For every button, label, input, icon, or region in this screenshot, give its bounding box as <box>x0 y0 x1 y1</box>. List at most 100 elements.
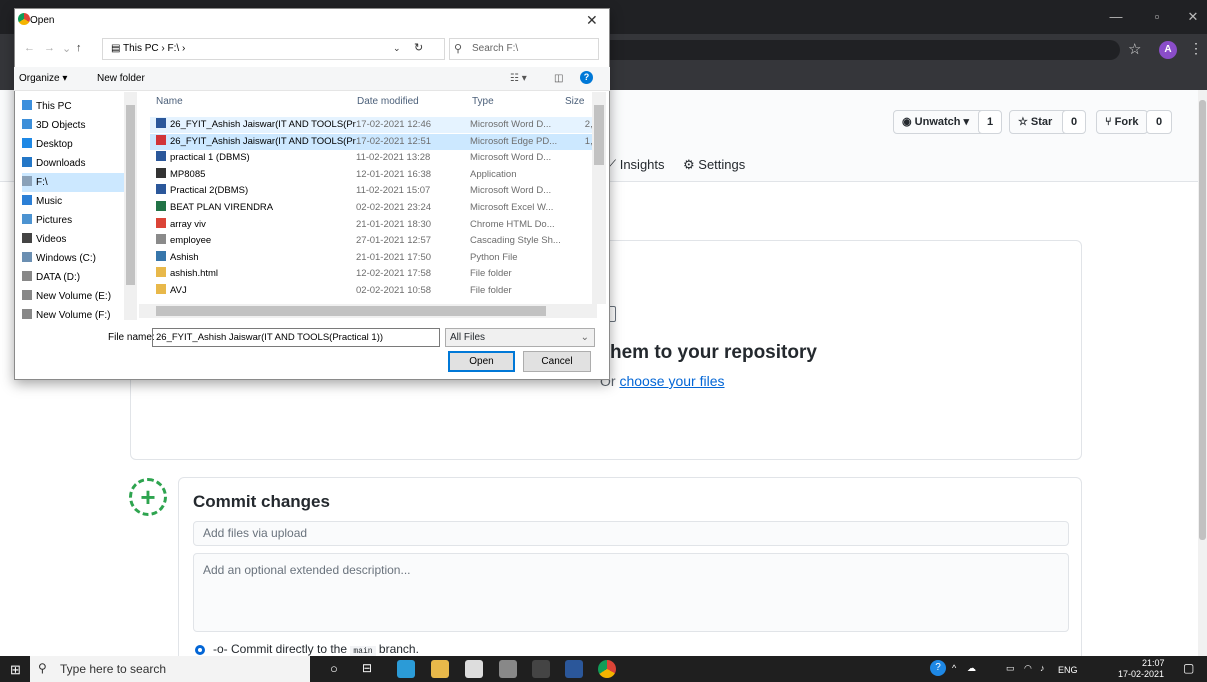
dialog-title: Open <box>30 15 55 26</box>
tab-settings[interactable]: ⚙ Settings <box>683 157 745 173</box>
commit-description-input[interactable]: Add an optional extended description... <box>193 553 1069 632</box>
nav-item[interactable]: Pictures <box>22 211 134 230</box>
commit-direct-radio[interactable] <box>195 645 205 655</box>
file-vscrollbar-thumb[interactable] <box>594 105 604 165</box>
wifi-icon[interactable]: ◠ <box>1024 663 1032 674</box>
mail-icon[interactable] <box>465 660 483 678</box>
battery-icon[interactable]: ▭ <box>1006 663 1015 674</box>
chrome-taskbar-icon[interactable] <box>598 660 616 678</box>
file-hscrollbar-thumb[interactable] <box>156 306 546 316</box>
help-icon[interactable]: ? <box>580 71 593 84</box>
tab-insights[interactable]: ⟋ Insights <box>607 157 665 173</box>
file-type-icon <box>156 151 166 162</box>
help-tray-icon[interactable]: ? <box>930 660 946 676</box>
edge-icon[interactable] <box>397 660 415 678</box>
new-folder-button[interactable]: New folder <box>97 73 145 84</box>
cortana-icon[interactable]: ○ <box>330 661 338 676</box>
file-row[interactable]: BEAT PLAN VIRENDRA 02-02-2021 23:24 Micros… <box>150 200 598 216</box>
nav-item-icon <box>22 214 32 224</box>
nav-item[interactable]: This PC <box>22 97 134 116</box>
windows-start-icon[interactable]: ⊞ <box>10 662 21 678</box>
language-indicator[interactable]: ENG <box>1058 665 1078 675</box>
taskbar-search[interactable]: Type here to search <box>30 656 310 682</box>
fork-button[interactable]: ⑂ Fork <box>1096 110 1148 134</box>
file-row[interactable]: employee 27-01-2021 12:57 Cascading Style … <box>150 233 598 249</box>
dialog-close-icon[interactable]: ✕ <box>586 12 598 29</box>
file-name-input[interactable]: 26_FYIT_Ashish Jaiswar(IT AND TOOLS(Prac… <box>152 328 440 347</box>
fork-count[interactable]: 0 <box>1146 110 1172 134</box>
file-row[interactable]: 26_FYIT_Ashish Jaiswar(IT AND TOOLS(Pr..… <box>150 133 598 150</box>
column-name[interactable]: Name <box>156 96 183 107</box>
file-date: 12-01-2021 16:38 <box>356 168 432 180</box>
file-type-select[interactable]: All Files ⌄ <box>445 328 595 347</box>
file-explorer-icon[interactable] <box>431 660 449 678</box>
nav-item[interactable]: New Volume (F:) <box>22 306 134 325</box>
maximize-icon[interactable]: ▫ <box>1146 8 1168 26</box>
nav-item-label: DATA (D:) <box>36 272 81 283</box>
nav-scrollbar-thumb[interactable] <box>126 105 135 285</box>
profile-avatar[interactable]: A <box>1159 41 1177 59</box>
preview-pane-icon[interactable]: ◫ <box>554 73 563 84</box>
file-row[interactable]: Practical 2(DBMS) 11-02-2021 15:07 Microso… <box>150 183 598 199</box>
file-row[interactable]: MP808512-01-2021 16:38Application6 <box>150 167 598 183</box>
address-bar[interactable] <box>600 40 1120 60</box>
watch-count[interactable]: 1 <box>978 110 1002 134</box>
up-arrow-icon[interactable]: ↑ <box>76 42 82 54</box>
search-input[interactable]: Search F:\ <box>449 38 599 60</box>
column-date[interactable]: Date modified <box>357 96 419 107</box>
page-scrollbar-thumb[interactable] <box>1199 100 1206 540</box>
bookmark-star-icon[interactable]: ☆ <box>1128 40 1141 58</box>
column-size[interactable]: Size <box>565 96 584 107</box>
star-count[interactable]: 0 <box>1062 110 1086 134</box>
nav-item[interactable]: 3D Objects <box>22 116 134 135</box>
app-icon[interactable] <box>532 660 550 678</box>
nav-item[interactable]: Videos <box>22 230 134 249</box>
recent-chevron-icon[interactable]: ⌄ <box>62 42 71 55</box>
back-arrow-icon[interactable]: ← <box>24 42 35 54</box>
file-type: Application <box>470 168 517 180</box>
nav-item-label: New Volume (F:) <box>36 310 111 321</box>
nav-item[interactable]: Music <box>22 192 134 211</box>
nav-item[interactable]: DATA (D:) <box>22 268 134 287</box>
task-view-icon[interactable]: ⊟ <box>362 661 372 675</box>
nav-item[interactable]: New Volume (E:) <box>22 287 134 306</box>
star-button[interactable]: ☆ Star <box>1009 110 1069 134</box>
minimize-icon[interactable]: — <box>1105 8 1127 26</box>
onedrive-icon[interactable]: ☁ <box>967 663 976 674</box>
file-row[interactable]: practical 1 (DBMS) 11-02-2021 13:28 Micros… <box>150 150 598 166</box>
nav-item-label: Pictures <box>36 215 73 226</box>
nav-item[interactable]: Desktop <box>22 135 134 154</box>
view-options-icon[interactable]: ☷ ▾ <box>510 73 527 84</box>
file-row[interactable]: AVJ 02-02-2021 10:58 File folder <box>150 283 598 299</box>
file-row[interactable]: Ashish 21-01-2021 17:50 Python File <box>150 250 598 266</box>
clock-time[interactable]: 21:07 <box>1142 658 1165 668</box>
fork-icon: ⑂ <box>1105 116 1115 128</box>
nav-item[interactable]: Windows (C:) <box>22 249 134 268</box>
choose-files-link[interactable]: choose your files <box>619 373 724 389</box>
refresh-icon[interactable]: ↻ <box>414 41 423 54</box>
forward-arrow-icon[interactable]: → <box>44 42 55 54</box>
path-dropdown-icon[interactable]: ⌄ <box>393 43 401 54</box>
nav-item[interactable]: F:\ <box>22 173 134 192</box>
notification-icon[interactable]: ▢ <box>1183 661 1194 675</box>
dropbox-icon[interactable] <box>499 660 517 678</box>
cancel-button[interactable]: Cancel <box>523 351 591 372</box>
organize-menu[interactable]: Organize ▾ <box>19 73 67 84</box>
chevron-down-icon: ⌄ <box>580 332 589 343</box>
browser-menu-icon[interactable]: ⋮ <box>1189 40 1203 57</box>
nav-item[interactable]: Downloads <box>22 154 134 173</box>
file-row[interactable]: array viv 21-01-2021 18:30 Chrome HTML Do.… <box>150 217 598 233</box>
column-type[interactable]: Type <box>472 96 494 107</box>
word-icon[interactable] <box>565 660 583 678</box>
clock-date[interactable]: 17-02-2021 <box>1118 669 1164 679</box>
file-row[interactable]: 26_FYIT_Ashish Jaiswar(IT AND TOOLS(Pr..… <box>150 117 598 133</box>
open-button[interactable]: Open <box>448 351 515 372</box>
commit-summary-input[interactable]: Add files via upload <box>193 521 1069 546</box>
file-type-icon <box>156 118 166 128</box>
close-icon[interactable]: ✕ <box>1182 8 1204 26</box>
tray-chevron-icon[interactable]: ^ <box>952 663 956 673</box>
volume-icon[interactable]: ♪ <box>1040 663 1045 673</box>
file-row[interactable]: ashish.html 12-02-2021 17:58 File folder <box>150 266 598 282</box>
unwatch-button[interactable]: ◉ Unwatch ▾ <box>893 110 985 134</box>
nav-item-icon <box>22 271 32 281</box>
